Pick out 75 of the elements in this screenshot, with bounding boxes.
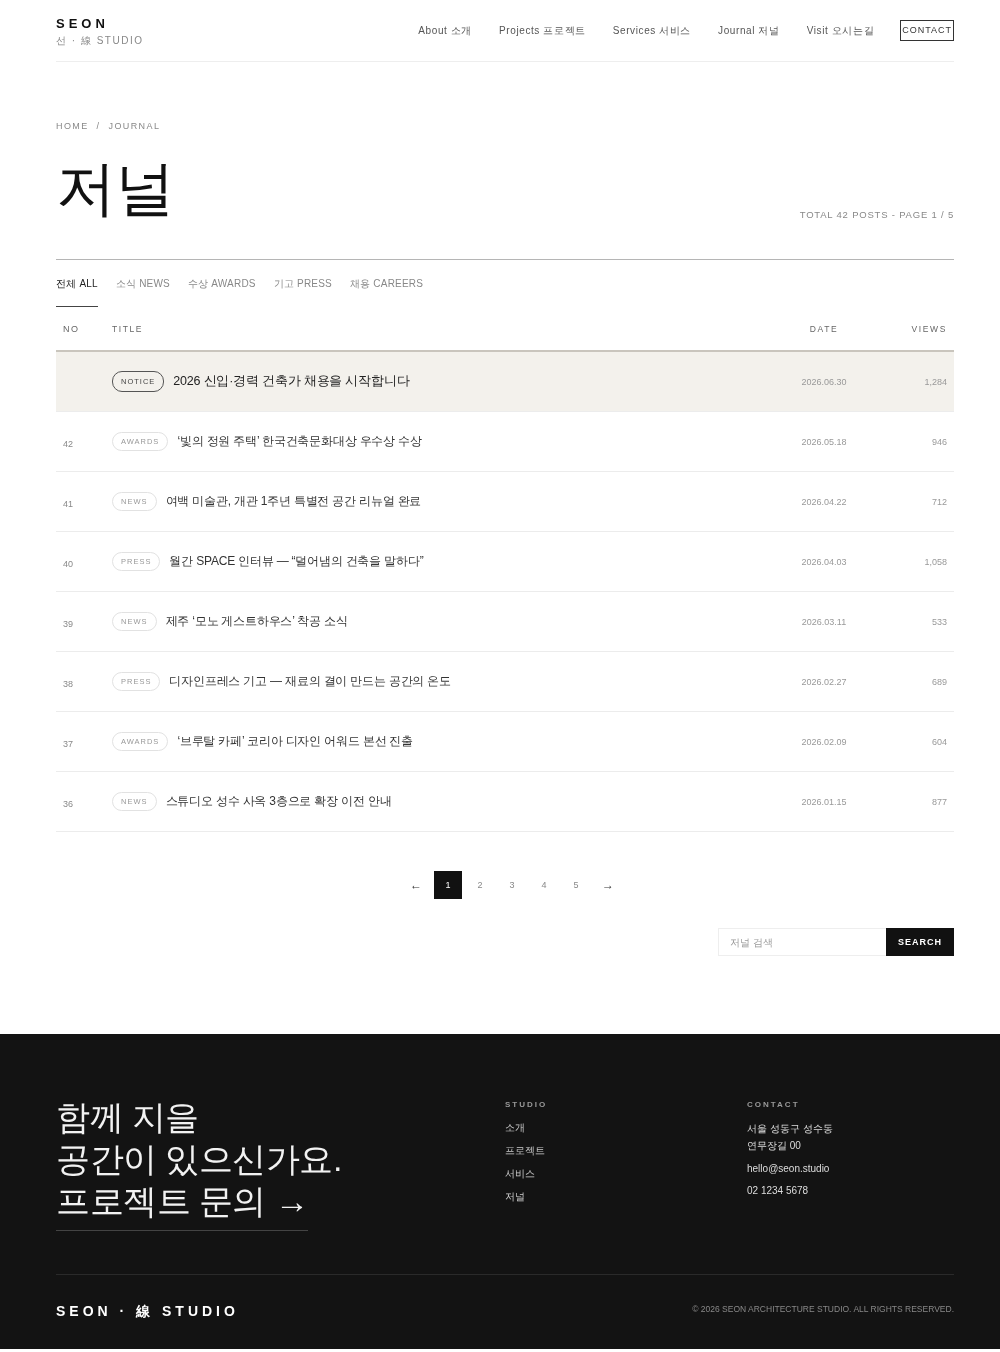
copyright-text: © 2026 SEON ARCHITECTURE STUDIO. ALL RIGHTS RESERVED. (692, 1304, 954, 1314)
category-tab[interactable]: 소식 NEWS (115, 260, 170, 307)
post-number: 37 (62, 738, 73, 749)
nav-link[interactable]: Projects 프로젝트 (499, 23, 586, 38)
breadcrumb-link[interactable]: HOME (56, 122, 89, 131)
search-button[interactable]: SEARCH (886, 928, 954, 956)
post-date: 2026.03.11 (800, 616, 848, 627)
post-number: 38 (62, 678, 73, 689)
contact-button[interactable]: CONTACT (900, 20, 954, 41)
view-count: 533 (930, 616, 948, 627)
post-title-link[interactable]: 스튜디오 성수 사옥 3층으로 확장 이전 안내 (165, 793, 392, 810)
view-count: 1,284 (923, 376, 948, 387)
post-date: 2026.02.27 (800, 676, 848, 687)
post-title-link[interactable]: 제주 ‘모노 게스트하우스’ 착공 소식 (165, 613, 348, 630)
post-title-link[interactable]: ‘빛의 정원 주택’ 한국건축문화대상 우수상 수상 (177, 433, 422, 450)
post-title-link[interactable]: 월간 SPACE 인터뷰 — “덜어냄의 건축을 말하다” (169, 553, 424, 570)
logo[interactable]: SEON (56, 17, 144, 30)
nav-link[interactable]: Services 서비스 (612, 23, 692, 38)
column-header: NO (62, 323, 81, 334)
category-tab[interactable]: 기고 PRESS (273, 260, 332, 307)
post-number: 39 (62, 618, 73, 629)
post-date: 2026.02.09 (800, 736, 848, 747)
post-date: 2026.05.18 (800, 436, 848, 447)
breadcrumb-separator: / (96, 122, 101, 131)
category-tab[interactable]: 수상 AWARDS (187, 260, 256, 307)
category-tab[interactable]: 채용 CAREERS (350, 260, 424, 307)
view-count: 946 (930, 436, 948, 447)
footer-link[interactable]: 저널 (505, 1192, 747, 1202)
post-number: 40 (62, 558, 73, 569)
post-title-link[interactable]: 디자인프레스 기고 — 재료의 결이 만드는 공간의 온도 (169, 673, 451, 690)
footer-brand: SEON · 線 STUDIO (56, 1303, 239, 1321)
post-date: 2026.04.03 (800, 556, 848, 567)
post-number: 36 (62, 798, 73, 809)
next-page-button[interactable]: → (594, 871, 622, 899)
post-title-link[interactable]: ‘브루탈 카페’ 코리아 디자인 어워드 본선 진출 (177, 733, 414, 750)
breadcrumb-link[interactable]: JOURNAL (108, 122, 161, 131)
post-title-link[interactable]: 2026 신입·경력 건축가 채용을 시작합니다 (173, 373, 410, 390)
address-text: 서울 성동구 성수동 연무장길 00 (747, 1122, 834, 1153)
view-count: 877 (930, 796, 948, 807)
page-button[interactable]: 4 (530, 871, 558, 899)
footer-link[interactable]: 프로젝트 (505, 1146, 747, 1156)
nav-link[interactable]: Visit 오시는길 (806, 23, 875, 38)
footer-link[interactable]: 서비스 (505, 1169, 747, 1179)
footer-link[interactable]: 소개 (505, 1123, 747, 1133)
post-date: 2026.06.30 (800, 376, 848, 387)
column-header: TITLE (112, 323, 145, 334)
project-inquiry-link[interactable]: 프로젝트 문의 → (56, 1180, 309, 1231)
nav-link[interactable]: About 소개 (418, 23, 473, 38)
phone-number: 02 1234 5678 (747, 1184, 810, 1198)
page-button[interactable]: 5 (562, 871, 590, 899)
previous-page-button[interactable]: ← (402, 871, 430, 899)
view-count: 712 (930, 496, 948, 507)
footer-headline: 함께 지을 공간이 있으신가요. (56, 1097, 343, 1180)
email-link[interactable]: hello@seon.studio (747, 1161, 954, 1176)
post-title-link[interactable]: 여백 미술관, 개관 1주년 특별전 공간 리뉴얼 완료 (165, 493, 422, 510)
post-summary: TOTAL 42 POSTS - PAGE 1 / 5 (799, 209, 954, 219)
footer-heading: CONTACT (747, 1100, 801, 1109)
view-count: 689 (930, 676, 948, 687)
search-field[interactable]: 저널 검색 (718, 928, 886, 956)
post-date: 2026.01.15 (800, 796, 848, 807)
column-header: VIEWS (910, 323, 948, 334)
post-number: 41 (62, 498, 73, 509)
logo-subtitle: 선 · 線 STUDIO (56, 36, 144, 46)
page-button[interactable]: 3 (498, 871, 526, 899)
post-number: 42 (62, 438, 73, 449)
page-button[interactable]: 2 (466, 871, 494, 899)
view-count: 604 (930, 736, 948, 747)
column-header: DATE (808, 323, 840, 334)
nav-link[interactable]: Journal 저널 (718, 23, 780, 38)
view-count: 1,058 (923, 556, 948, 567)
footer-heading: STUDIO (505, 1100, 549, 1109)
category-tab[interactable]: 전체 ALL (56, 260, 98, 307)
post-date: 2026.04.22 (800, 496, 848, 507)
page-title: 저널 (56, 159, 174, 219)
page-button[interactable]: 1 (434, 871, 462, 899)
